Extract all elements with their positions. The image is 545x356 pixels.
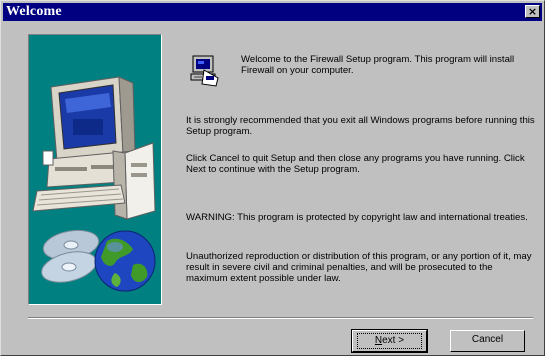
close-icon: × [527, 5, 538, 18]
computer-globe-illustration [32, 76, 156, 292]
window-title: Welcome [6, 4, 62, 19]
next-button-label: Next > [357, 333, 422, 349]
button-separator [28, 317, 533, 319]
next-button[interactable]: Next > [351, 329, 428, 353]
title-bar[interactable]: Welcome × [3, 3, 542, 21]
instructions-message: Click Cancel to quit Setup and then clos… [186, 153, 525, 175]
next-label-rest: ext > [382, 335, 405, 346]
close-button[interactable]: × [525, 5, 540, 18]
legal-message: Unauthorized reproduction or distributio… [186, 251, 532, 284]
setup-dialog: Welcome × Welcome to the Firewall Setup … [0, 0, 545, 356]
setup-illustration-panel [28, 34, 162, 305]
cancel-button-label: Cancel [471, 334, 504, 345]
warning-message: WARNING: This program is protected by co… [186, 212, 528, 223]
computer-setup-icon [190, 55, 219, 87]
cancel-button[interactable]: Cancel [450, 330, 525, 352]
recommend-message: It is strongly recommended that you exit… [186, 115, 535, 137]
welcome-message: Welcome to the Firewall Setup program. T… [241, 54, 515, 76]
